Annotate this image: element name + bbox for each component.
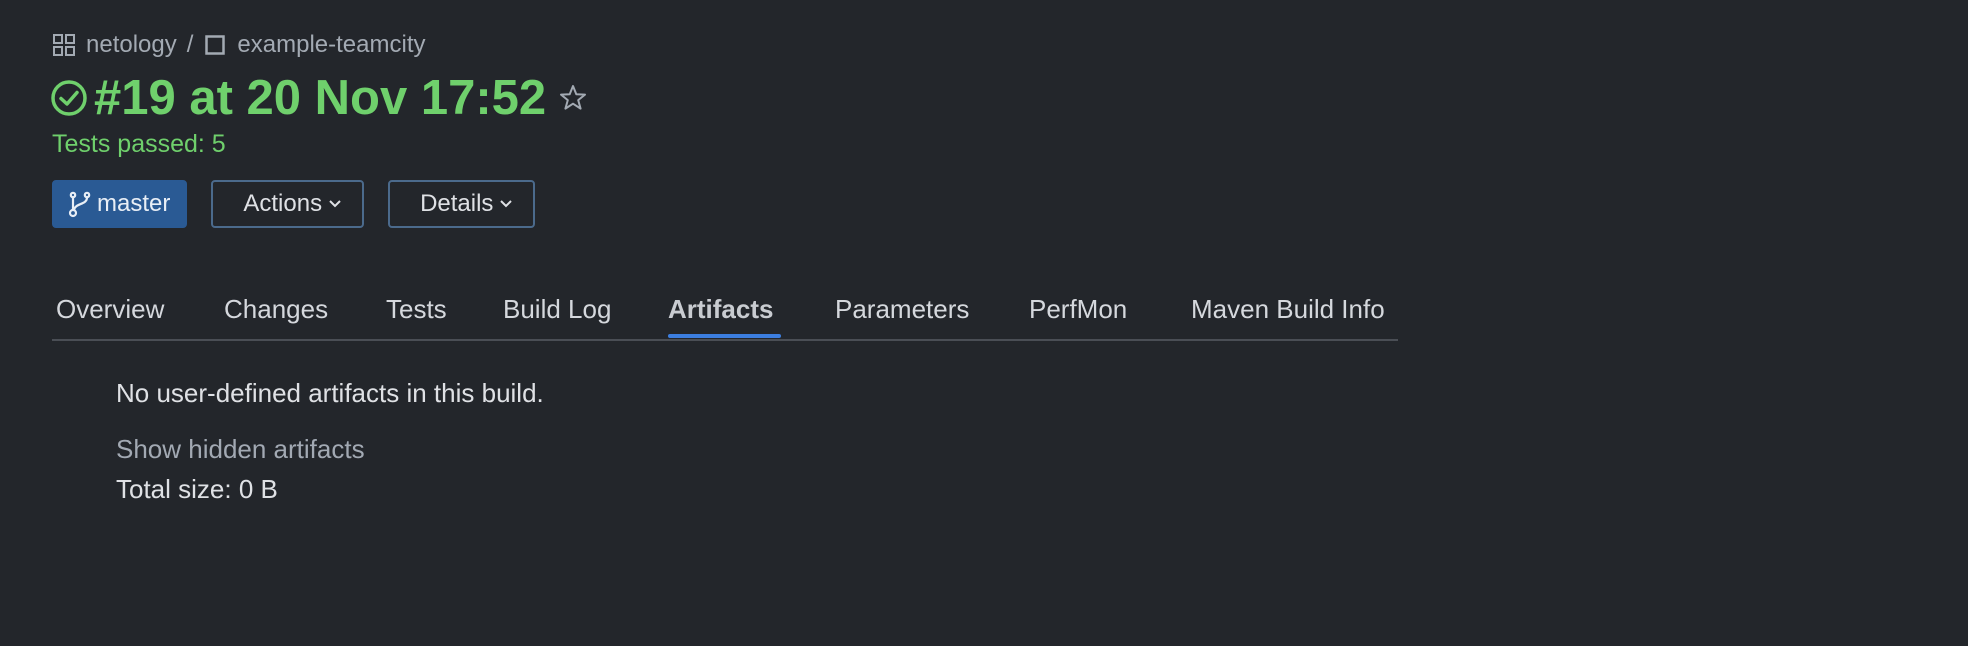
- branch-label: master: [97, 190, 171, 217]
- breadcrumb-build-config-link[interactable]: example-teamcity: [237, 31, 425, 59]
- chevron-down-icon: [328, 199, 342, 209]
- build-title: #19 at 20 Nov 17:52: [94, 71, 547, 125]
- tab-overview[interactable]: Overview: [56, 294, 164, 325]
- tab-parameters[interactable]: Parameters: [835, 294, 969, 325]
- chevron-down-icon: [499, 199, 513, 209]
- actions-button[interactable]: Actions: [211, 180, 365, 228]
- project-grid-icon: [52, 33, 76, 57]
- breadcrumb-project-link[interactable]: netology: [86, 31, 177, 59]
- build-config-square-icon: [203, 33, 227, 57]
- tests-status: Tests passed: 5: [52, 130, 226, 158]
- breadcrumb: netology / example-teamcity: [52, 28, 425, 62]
- active-tab-indicator: [668, 334, 781, 338]
- no-artifacts-message: No user-defined artifacts in this build.: [116, 378, 544, 408]
- star-icon[interactable]: [558, 83, 588, 113]
- git-branch-icon: [67, 190, 93, 218]
- build-title-row: #19 at 20 Nov 17:52: [50, 68, 588, 128]
- success-check-circle-icon: [50, 79, 88, 117]
- tab-changes[interactable]: Changes: [224, 294, 328, 325]
- breadcrumb-separator: /: [186, 31, 194, 58]
- branch-button[interactable]: master: [52, 180, 188, 228]
- details-button[interactable]: Details: [388, 180, 536, 228]
- build-toolbar: master Actions Details: [52, 180, 559, 228]
- tab-perfmon[interactable]: PerfMon: [1029, 294, 1127, 325]
- actions-label: Actions: [243, 190, 323, 217]
- tab-tests[interactable]: Tests: [386, 294, 447, 325]
- tab-maven-build-info[interactable]: Maven Build Info: [1191, 294, 1385, 325]
- artifacts-total-size: Total size: 0 B: [116, 474, 278, 504]
- details-label: Details: [420, 190, 494, 217]
- tab-artifacts[interactable]: Artifacts: [668, 294, 773, 325]
- build-page: netology / example-teamcity #19 at 20 No…: [0, 0, 1968, 646]
- build-tabs: Overview Changes Tests Build Log Artifac…: [52, 284, 1398, 341]
- tab-build-log[interactable]: Build Log: [503, 294, 611, 325]
- show-hidden-artifacts-link[interactable]: Show hidden artifacts: [116, 434, 365, 465]
